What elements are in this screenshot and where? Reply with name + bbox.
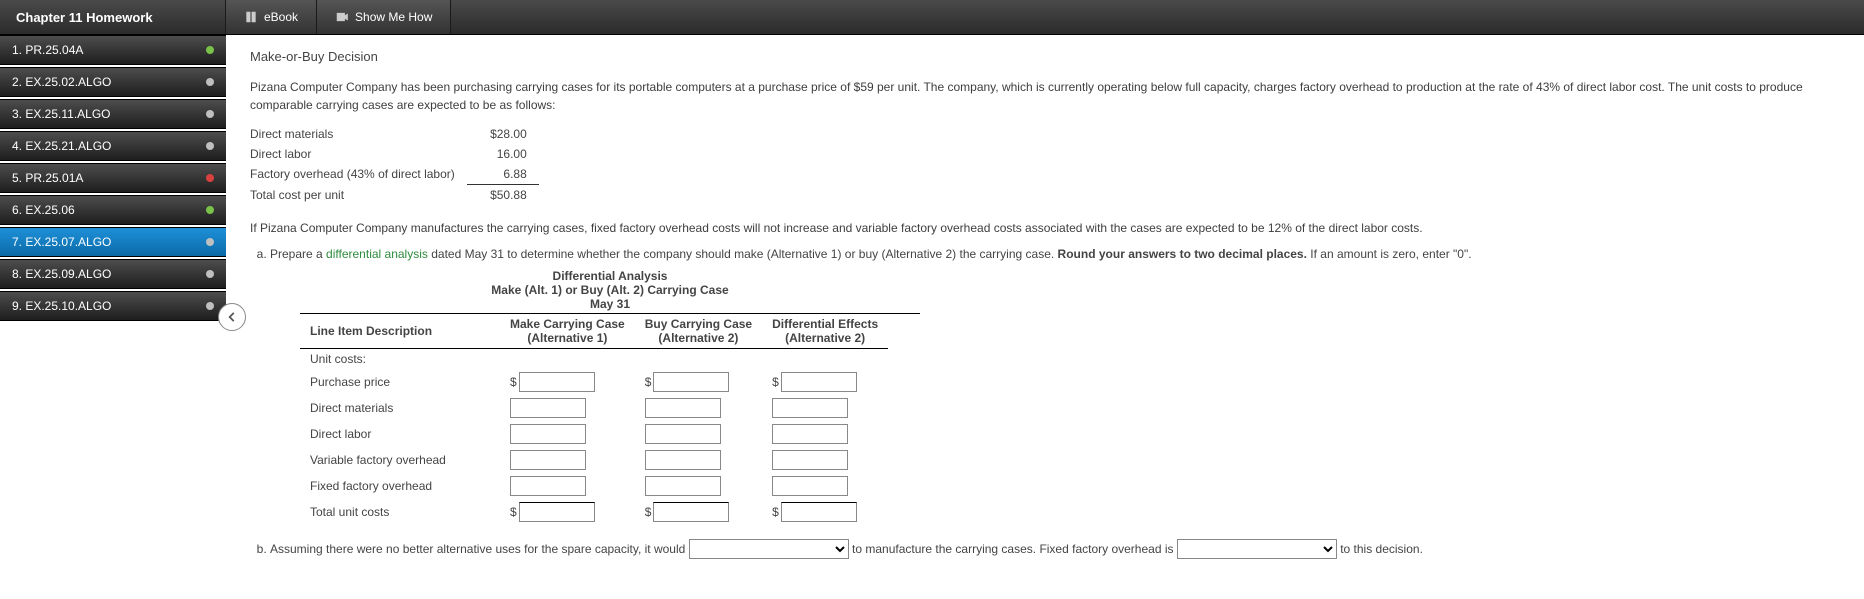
- status-dot-icon: [206, 78, 214, 86]
- differential-analysis-link[interactable]: differential analysis: [326, 247, 428, 261]
- page-title: Chapter 11 Homework: [0, 0, 226, 34]
- sidebar-item-8[interactable]: 8. EX.25.09.ALGO: [0, 259, 226, 289]
- col-header: Buy Carrying Case(Alternative 2): [635, 314, 762, 349]
- input-buy-dl[interactable]: [645, 424, 721, 444]
- problem-note: If Pizana Computer Company manufactures …: [250, 219, 1844, 237]
- sidebar-item-label: 6. EX.25.06: [12, 203, 75, 217]
- select-fixed-overhead[interactable]: [1177, 539, 1337, 559]
- cost-row-value: 6.88: [467, 164, 539, 185]
- input-diff-dl[interactable]: [772, 424, 848, 444]
- status-dot-icon: [206, 270, 214, 278]
- input-make-purchase-price[interactable]: [519, 372, 595, 392]
- problem-intro: Pizana Computer Company has been purchas…: [250, 78, 1844, 114]
- sidebar-item-2[interactable]: 2. EX.25.02.ALGO: [0, 67, 226, 97]
- input-diff-vfoh[interactable]: [772, 450, 848, 470]
- input-buy-ffoh[interactable]: [645, 476, 721, 496]
- row-label: Purchase price: [300, 369, 500, 395]
- question-sidebar: 1. PR.25.04A 2. EX.25.02.ALGO 3. EX.25.11.…: [0, 35, 226, 323]
- cost-row-label: Total cost per unit: [250, 185, 467, 206]
- cost-row-label: Direct labor: [250, 144, 467, 164]
- status-dot-icon: [206, 110, 214, 118]
- show-me-how-button[interactable]: Show Me How: [317, 0, 451, 34]
- sidebar-item-7[interactable]: 7. EX.25.07.ALGO: [0, 227, 226, 257]
- input-make-total[interactable]: [519, 502, 595, 522]
- cost-row-label: Direct materials: [250, 124, 467, 144]
- select-decision[interactable]: [689, 539, 849, 559]
- status-dot-icon: [206, 238, 214, 246]
- input-buy-purchase-price[interactable]: [653, 372, 729, 392]
- problem-title: Make-or-Buy Decision: [250, 49, 1844, 64]
- sidebar-item-6[interactable]: 6. EX.25.06: [0, 195, 226, 225]
- sidebar-item-5[interactable]: 5. PR.25.01A: [0, 163, 226, 193]
- sidebar-item-label: 3. EX.25.11.ALGO: [12, 107, 111, 121]
- video-icon: [335, 10, 349, 24]
- sidebar-item-label: 5. PR.25.01A: [12, 171, 83, 185]
- input-buy-dm[interactable]: [645, 398, 721, 418]
- ebook-icon: [244, 10, 258, 24]
- sidebar-collapse-button[interactable]: [218, 303, 246, 331]
- show-me-how-label: Show Me How: [355, 10, 432, 24]
- col-header: Differential Effects(Alternative 2): [762, 314, 888, 349]
- row-label: Direct labor: [300, 421, 500, 447]
- sidebar-item-9[interactable]: 9. EX.25.10.ALGO: [0, 291, 226, 321]
- question-a: Prepare a differential analysis dated Ma…: [270, 247, 1844, 525]
- row-label: Direct materials: [300, 395, 500, 421]
- input-make-ffoh[interactable]: [510, 476, 586, 496]
- status-dot-icon: [206, 302, 214, 310]
- input-diff-dm[interactable]: [772, 398, 848, 418]
- input-make-vfoh[interactable]: [510, 450, 586, 470]
- cost-row-value: $50.88: [467, 185, 539, 206]
- ebook-label: eBook: [264, 10, 298, 24]
- problem-content: Make-or-Buy Decision Pizana Computer Com…: [226, 35, 1864, 599]
- input-diff-purchase-price[interactable]: [781, 372, 857, 392]
- status-dot-icon: [206, 174, 214, 182]
- cost-row-value: 16.00: [467, 144, 539, 164]
- sidebar-item-3[interactable]: 3. EX.25.11.ALGO: [0, 99, 226, 129]
- status-dot-icon: [206, 46, 214, 54]
- sidebar-item-4[interactable]: 4. EX.25.21.ALGO: [0, 131, 226, 161]
- sidebar-item-label: 8. EX.25.09.ALGO: [12, 267, 111, 281]
- input-diff-ffoh[interactable]: [772, 476, 848, 496]
- sidebar-item-1[interactable]: 1. PR.25.04A: [0, 35, 226, 65]
- input-buy-total[interactable]: [653, 502, 729, 522]
- sidebar-item-label: 2. EX.25.02.ALGO: [12, 75, 111, 89]
- sidebar-item-label: 7. EX.25.07.ALGO: [12, 235, 111, 249]
- input-diff-total[interactable]: [781, 502, 857, 522]
- sidebar-item-label: 9. EX.25.10.ALGO: [12, 299, 111, 313]
- ebook-button[interactable]: eBook: [226, 0, 317, 34]
- cost-row-label: Factory overhead (43% of direct labor): [250, 164, 467, 185]
- unit-cost-table: Direct materials$28.00 Direct labor16.00…: [250, 124, 539, 205]
- row-label: Total unit costs: [300, 499, 500, 525]
- col-header: Make Carrying Case(Alternative 1): [500, 314, 635, 349]
- col-header: Line Item Description: [300, 314, 500, 349]
- differential-analysis-table: Line Item Description Make Carrying Case…: [300, 314, 888, 525]
- input-make-dm[interactable]: [510, 398, 586, 418]
- row-label: Fixed factory overhead: [300, 473, 500, 499]
- cost-row-value: $28.00: [467, 124, 539, 144]
- input-make-dl[interactable]: [510, 424, 586, 444]
- sidebar-item-label: 1. PR.25.04A: [12, 43, 83, 57]
- input-buy-vfoh[interactable]: [645, 450, 721, 470]
- row-label: Variable factory overhead: [300, 447, 500, 473]
- row-label: Unit costs:: [300, 349, 500, 370]
- diff-heading: Differential Analysis Make (Alt. 1) or B…: [300, 267, 920, 314]
- status-dot-icon: [206, 142, 214, 150]
- status-dot-icon: [206, 206, 214, 214]
- sidebar-item-label: 4. EX.25.21.ALGO: [12, 139, 111, 153]
- question-b: Assuming there were no better alternativ…: [270, 539, 1844, 559]
